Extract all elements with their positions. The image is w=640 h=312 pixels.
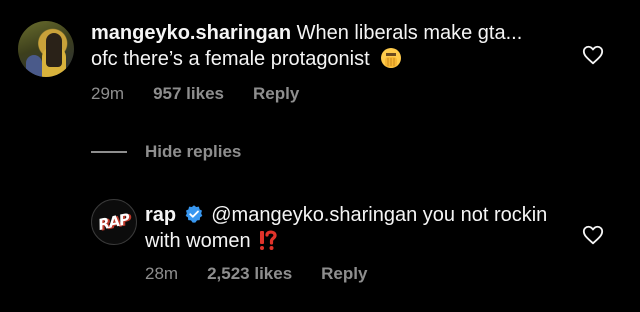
verified-badge-icon bbox=[185, 205, 203, 223]
avatar-figure-small bbox=[26, 55, 42, 77]
comment-body-2: rap @mangeyko.sharingan you not rockin w… bbox=[145, 202, 565, 254]
comment-meta-1: 29m 957 likes Reply bbox=[91, 84, 328, 104]
avatar-mangeyko[interactable] bbox=[18, 21, 74, 77]
comment-text: @mangeyko.sharingan you not rockin with … bbox=[145, 204, 548, 252]
avatar-figure-head bbox=[46, 33, 62, 67]
comment-meta-2: 28m 2,523 likes Reply bbox=[145, 264, 396, 284]
heart-outline-icon[interactable] bbox=[582, 44, 604, 66]
heart-outline-icon[interactable] bbox=[582, 224, 604, 246]
comment-username[interactable]: rap bbox=[145, 204, 176, 226]
hide-replies-label: Hide replies bbox=[145, 142, 242, 161]
comment-time: 29m bbox=[91, 84, 125, 103]
man-facepalming-emoji-icon bbox=[381, 48, 402, 68]
reply-button[interactable]: Reply bbox=[321, 264, 367, 284]
thread-divider-line bbox=[91, 151, 127, 153]
reply-button[interactable]: Reply bbox=[253, 84, 299, 104]
comment-likes[interactable]: 2,523 likes bbox=[207, 264, 292, 284]
exclamation-question-emoji-icon bbox=[259, 230, 277, 250]
comment-likes[interactable]: 957 likes bbox=[153, 84, 224, 104]
comment-body-1: mangeyko.sharingan When liberals make gt… bbox=[91, 20, 531, 72]
avatar-rap[interactable]: RAP bbox=[91, 199, 137, 245]
comment-username[interactable]: mangeyko.sharingan bbox=[91, 22, 291, 44]
hide-replies-button[interactable]: Hide replies bbox=[91, 142, 241, 162]
comment-time: 28m bbox=[145, 264, 179, 283]
rap-logo: RAP bbox=[96, 209, 132, 235]
